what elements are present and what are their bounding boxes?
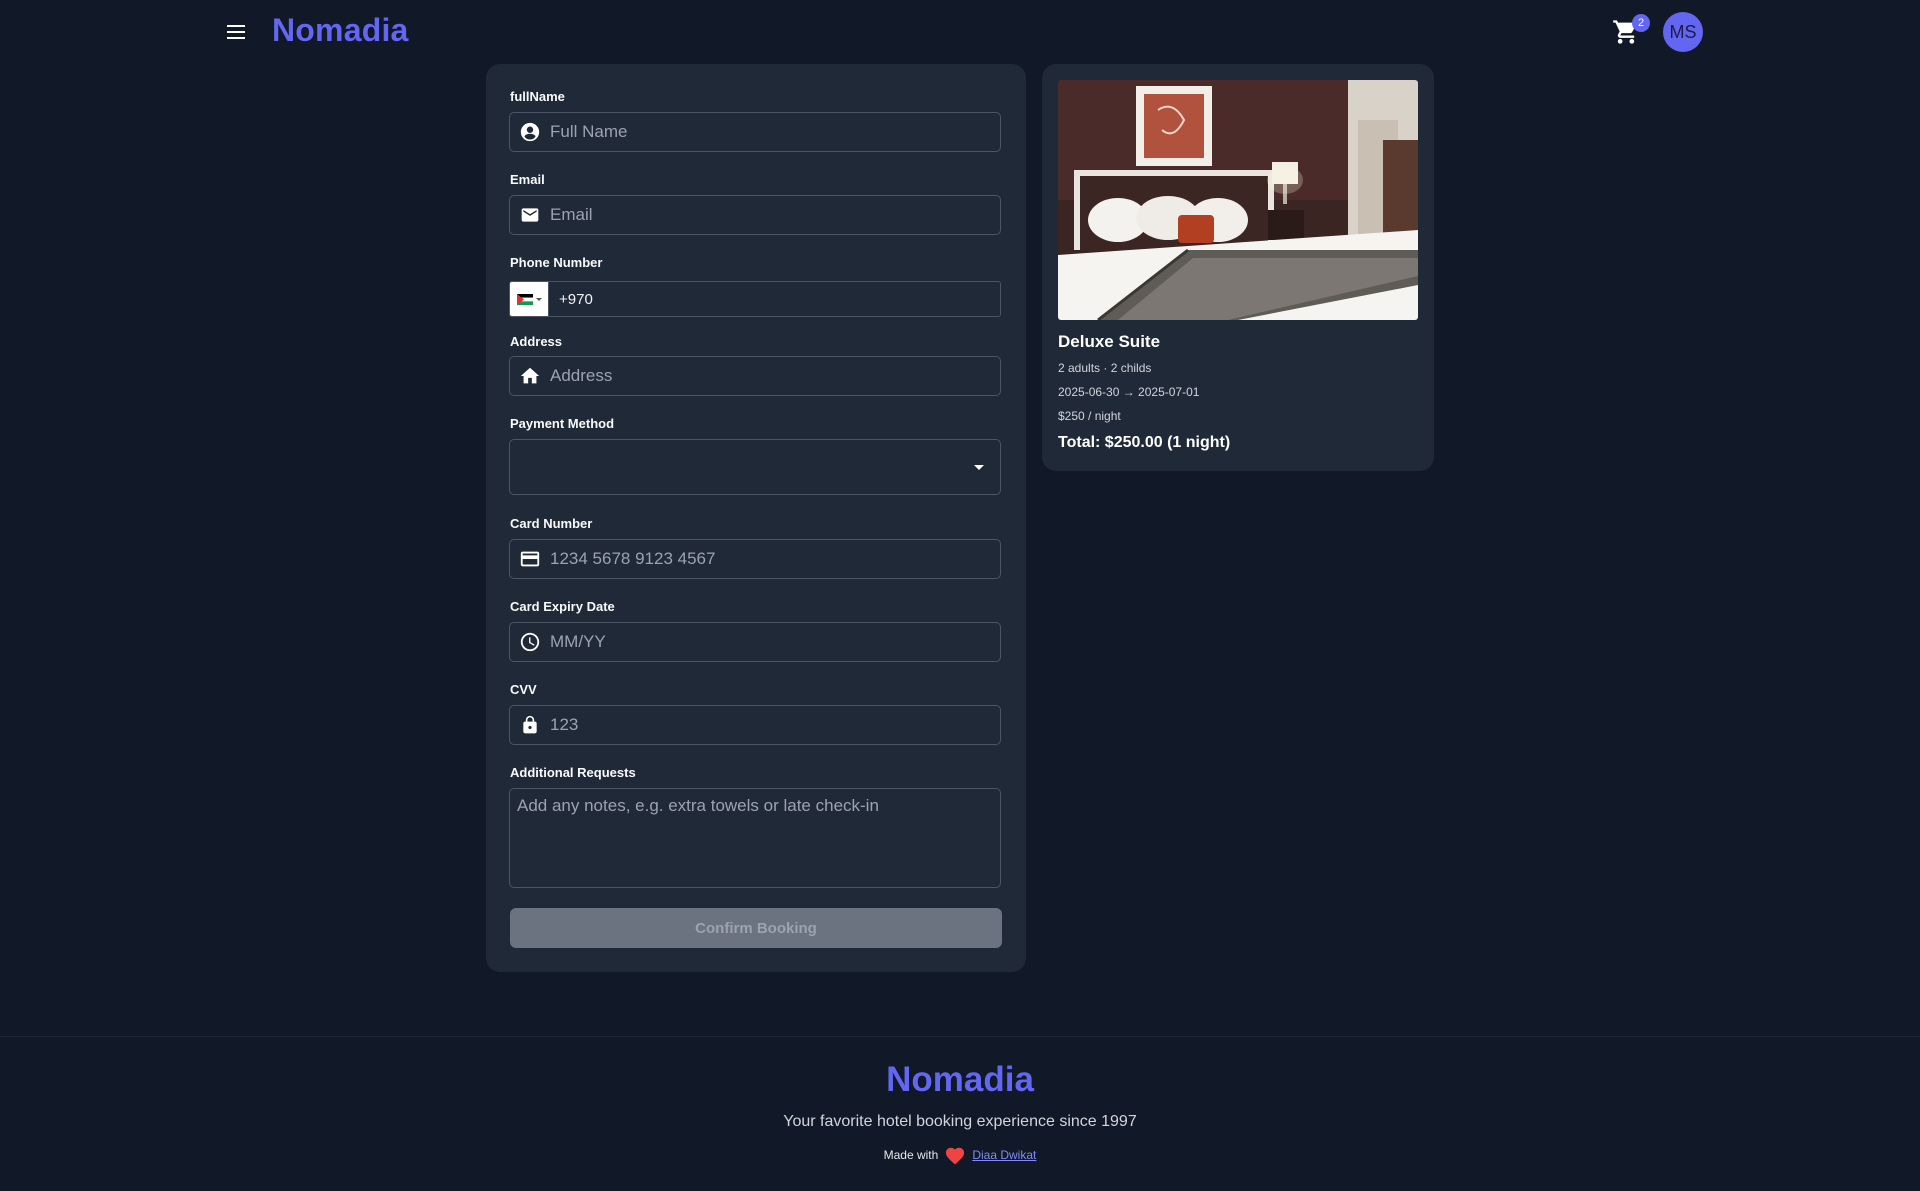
lock-icon <box>510 706 550 744</box>
address-label: Address <box>510 334 563 349</box>
avatar[interactable]: MS <box>1663 12 1703 52</box>
card-expiry-label: Card Expiry Date <box>510 599 615 614</box>
dates-text: 2025-06-30 → 2025-07-01 <box>1058 385 1200 399</box>
full-name-input[interactable] <box>550 113 1000 151</box>
chevron-down-icon <box>535 297 542 301</box>
payment-method-label: Payment Method <box>510 416 615 431</box>
card-expiry-field[interactable] <box>509 622 1001 662</box>
home-icon <box>510 357 550 395</box>
dropdown-arrow-icon <box>974 465 984 470</box>
card-expiry-input[interactable] <box>550 623 1000 661</box>
app-header: Nomadia 2 MS <box>0 0 1920 64</box>
account-circle-icon <box>510 113 550 151</box>
footer-credit: Made with Diaa Dwikat <box>0 1145 1920 1165</box>
full-name-label: fullName <box>510 89 565 104</box>
additional-requests-textarea[interactable] <box>509 788 1001 888</box>
room-name: Deluxe Suite <box>1058 332 1161 351</box>
cart-count-badge: 2 <box>1632 14 1650 32</box>
heart-icon <box>946 1147 965 1165</box>
guests-text: 2 adults · 2 childs <box>1058 361 1152 375</box>
card-number-input[interactable] <box>550 540 1000 578</box>
cvv-field[interactable] <box>509 705 1001 745</box>
cvv-label: CVV <box>510 682 537 697</box>
menu-icon[interactable] <box>224 20 248 44</box>
card-number-field[interactable] <box>509 539 1001 579</box>
total-price: Total: $250.00 (1 night) <box>1058 434 1231 451</box>
confirm-booking-button[interactable]: Confirm Booking <box>510 908 1002 948</box>
made-with-text: Made with <box>883 1148 939 1162</box>
payment-method-select[interactable] <box>509 439 1001 495</box>
phone-field[interactable] <box>509 281 1001 317</box>
palestine-flag-icon <box>516 293 533 305</box>
booking-form: fullName Email Phone Number Address <box>486 64 1026 972</box>
country-selector[interactable] <box>510 282 549 316</box>
mail-icon <box>510 196 550 234</box>
footer-tagline: Your favorite hotel booking experience s… <box>783 1113 1137 1130</box>
email-label: Email <box>510 172 545 187</box>
room-photo <box>1058 80 1418 320</box>
author-link[interactable]: Diaa Dwikat <box>972 1148 1036 1162</box>
email-field[interactable] <box>509 195 1001 235</box>
full-name-field[interactable] <box>509 112 1001 152</box>
price-per-night: $250 / night <box>1058 409 1121 423</box>
email-input[interactable] <box>550 196 1000 234</box>
brand-logo[interactable]: Nomadia <box>272 12 409 49</box>
address-input[interactable] <box>550 357 1000 395</box>
phone-label: Phone Number <box>510 255 603 270</box>
credit-card-icon <box>510 540 550 578</box>
card-number-label: Card Number <box>510 516 593 531</box>
footer-divider <box>0 1036 1920 1037</box>
phone-input[interactable] <box>549 282 1000 316</box>
clock-icon <box>510 623 550 661</box>
cvv-input[interactable] <box>550 706 1000 744</box>
footer-brand: Nomadia <box>886 1060 1034 1099</box>
booking-summary: Deluxe Suite 2 adults · 2 childs 2025-06… <box>1042 64 1434 471</box>
address-field[interactable] <box>509 356 1001 396</box>
additional-requests-label: Additional Requests <box>510 765 636 780</box>
